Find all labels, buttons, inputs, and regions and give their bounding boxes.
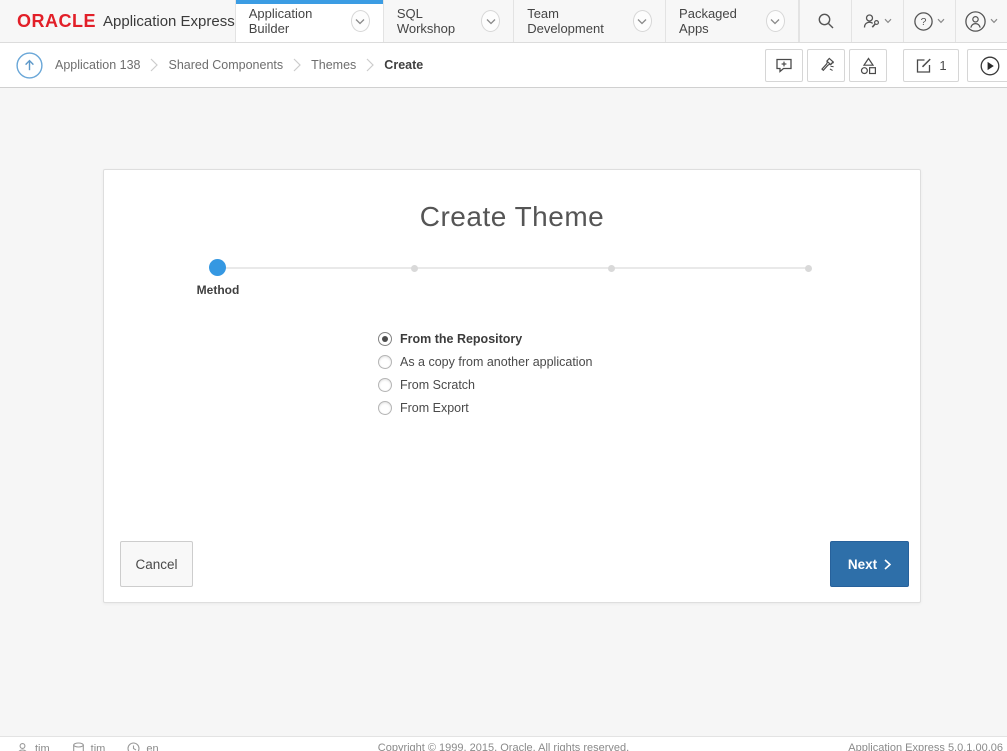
header-utility-icons: ? <box>799 0 1007 42</box>
footer-version: Application Express 5.0.1.00.06 <box>848 742 1003 751</box>
tab-label: Application Builder <box>249 6 342 36</box>
page-toolbar: 1 <box>761 49 1007 82</box>
edit-page-number: 1 <box>939 58 946 73</box>
wizard-step-dot <box>608 265 615 272</box>
radio-option-from-export[interactable]: From Export <box>378 399 592 416</box>
chevron-right-icon <box>293 58 301 72</box>
radio-option-label: From Scratch <box>400 378 475 392</box>
chevron-down-icon[interactable] <box>766 10 785 32</box>
tab-team-development[interactable]: Team Development <box>514 0 666 42</box>
account-menu-button[interactable] <box>955 0 1007 42</box>
up-level-button[interactable] <box>16 52 43 79</box>
edit-page-icon <box>915 57 933 74</box>
tab-packaged-apps[interactable]: Packaged Apps <box>666 0 799 42</box>
page-footer: tim tim en Copyright © 1999, 2015, Oracl… <box>0 736 1007 751</box>
arrow-up-circle-icon <box>16 52 43 79</box>
page-title: Create Theme <box>104 201 920 233</box>
next-button[interactable]: Next <box>830 541 909 587</box>
radio-option-from-repository[interactable]: From the Repository <box>378 330 592 347</box>
breadcrumb-bar: Application 138 Shared Components Themes… <box>0 43 1007 88</box>
radio-option-label: From the Repository <box>400 332 522 346</box>
breadcrumb: Application 138 Shared Components Themes… <box>55 58 423 72</box>
chevron-right-icon <box>884 559 891 570</box>
shared-components-icon <box>859 57 878 75</box>
breadcrumb-create: Create <box>384 58 423 72</box>
search-button[interactable] <box>799 0 851 42</box>
breadcrumb-themes[interactable]: Themes <box>311 58 356 72</box>
help-menu-button[interactable]: ? <box>903 0 955 42</box>
administration-icon <box>863 13 880 30</box>
radio-button-icon[interactable] <box>378 378 392 392</box>
chevron-down-icon[interactable] <box>351 10 370 32</box>
edit-page-button[interactable]: 1 <box>903 49 959 82</box>
radio-option-label: As a copy from another application <box>400 355 592 369</box>
chevron-down-icon <box>884 18 892 24</box>
oracle-logo: ORACLE Application Express <box>0 0 235 42</box>
tab-label: Team Development <box>527 6 624 36</box>
radio-option-copy-from-application[interactable]: As a copy from another application <box>378 353 592 370</box>
chevron-down-icon <box>990 18 998 24</box>
wizard-step-current-dot <box>209 259 226 276</box>
wizard-step-dot <box>805 265 812 272</box>
administration-menu-button[interactable] <box>851 0 903 42</box>
chevron-down-icon <box>937 18 945 24</box>
radio-button-icon[interactable] <box>378 332 392 346</box>
top-navigation-bar: ORACLE Application Express Application B… <box>0 0 1007 43</box>
shared-components-button[interactable] <box>849 49 887 82</box>
radio-option-from-scratch[interactable]: From Scratch <box>378 376 592 393</box>
radio-option-label: From Export <box>400 401 469 415</box>
search-icon <box>817 12 835 30</box>
feedback-icon <box>775 57 794 74</box>
oracle-brand: ORACLE <box>17 11 96 32</box>
product-name: Application Express <box>103 13 235 30</box>
tab-label: Packaged Apps <box>679 6 757 36</box>
svg-text:?: ? <box>921 16 927 28</box>
tab-label: SQL Workshop <box>397 6 472 36</box>
method-radio-group: From the Repository As a copy from anoth… <box>378 330 592 422</box>
tab-application-builder[interactable]: Application Builder <box>235 0 384 42</box>
chevron-right-icon <box>366 58 374 72</box>
help-icon: ? <box>914 12 933 31</box>
radio-button-icon[interactable] <box>378 401 392 415</box>
chevron-right-icon <box>150 58 158 72</box>
create-theme-wizard-card: Create Theme Method From the Repository … <box>103 169 921 603</box>
radio-button-icon[interactable] <box>378 355 392 369</box>
run-icon <box>980 56 1000 76</box>
wizard-step-dot <box>411 265 418 272</box>
main-tabs: Application Builder SQL Workshop Team De… <box>235 0 799 42</box>
flashlight-icon <box>817 57 836 75</box>
breadcrumb-application[interactable]: Application 138 <box>55 58 140 72</box>
tab-sql-workshop[interactable]: SQL Workshop <box>384 0 514 42</box>
feedback-button[interactable] <box>765 49 803 82</box>
cancel-button[interactable]: Cancel <box>120 541 193 587</box>
next-button-label: Next <box>848 557 877 572</box>
chevron-down-icon[interactable] <box>481 10 500 32</box>
chevron-down-icon[interactable] <box>633 10 652 32</box>
breadcrumb-shared-components[interactable]: Shared Components <box>168 58 283 72</box>
theme-roller-button[interactable] <box>807 49 845 82</box>
run-application-button[interactable] <box>967 49 1007 82</box>
wizard-progress-line <box>218 267 809 269</box>
wizard-step-label: Method <box>178 283 258 297</box>
account-icon <box>965 11 986 32</box>
